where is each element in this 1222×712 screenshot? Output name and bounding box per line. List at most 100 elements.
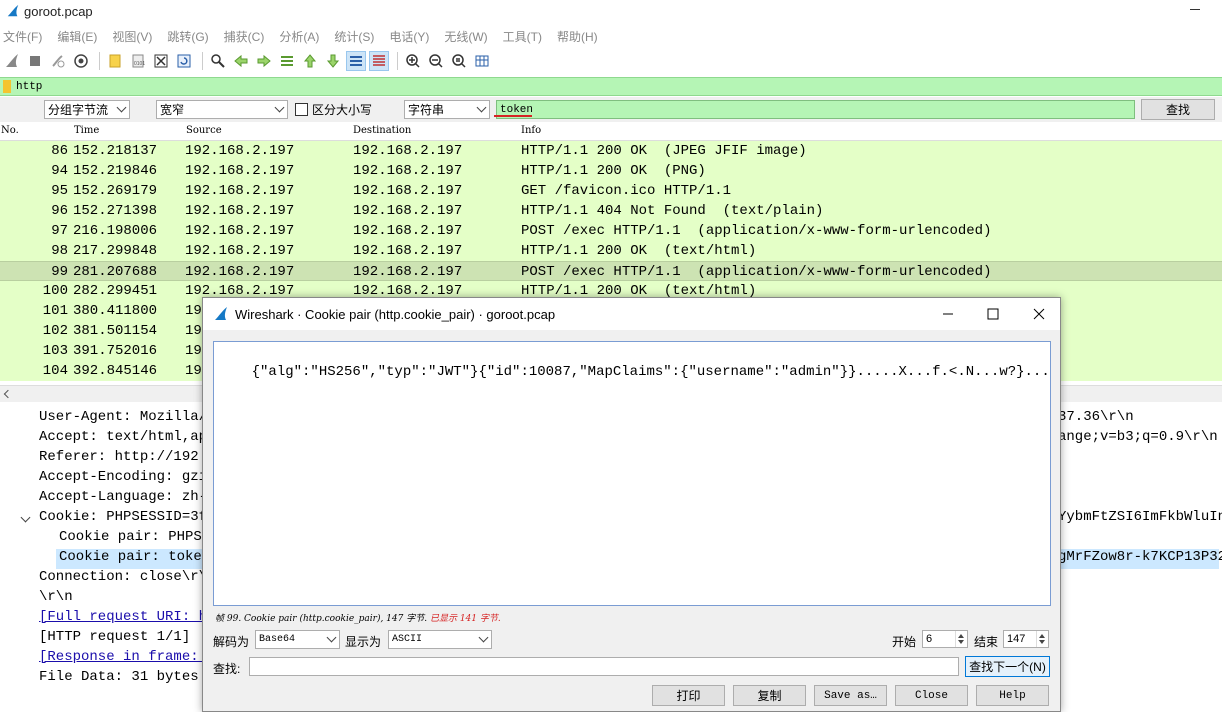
detail-line[interactable]: Accept: text/html,app — [39, 429, 215, 449]
display-filter-input[interactable]: http — [16, 81, 42, 93]
detail-line[interactable]: Accept-Encoding: gzip — [39, 469, 215, 489]
title-bar: goroot.pcap — [0, 0, 1222, 22]
display-filter-bar[interactable]: http — [0, 77, 1222, 96]
packet-source: 192.168.2.197 — [185, 223, 295, 239]
minimize-icon[interactable] — [938, 304, 958, 324]
detail-line[interactable]: Cookie: PHPSESSID=3f8 — [39, 509, 215, 529]
print-button[interactable]: 打印 — [652, 685, 725, 706]
dialog-find-input[interactable] — [249, 657, 959, 676]
case-sensitive-checkbox[interactable] — [295, 103, 308, 116]
menu-item[interactable]: 帮助(H) — [554, 28, 601, 45]
column-header-source[interactable]: Source — [186, 125, 222, 136]
packet-row[interactable]: 99 281.207688 192.168.2.197 192.168.2.197 PO… — [0, 261, 1222, 281]
search-input[interactable]: token — [496, 100, 1135, 119]
spin-down-icon[interactable] — [958, 640, 964, 644]
bookmark-icon[interactable] — [3, 80, 11, 93]
go-forward-icon[interactable] — [254, 51, 274, 71]
packet-time: 152.219846 — [73, 163, 158, 179]
menu-item[interactable]: 无线(W) — [441, 28, 490, 45]
packet-no: 99 — [51, 264, 68, 280]
packet-time: 216.198006 — [73, 223, 158, 239]
packet-row[interactable]: 97 216.198006 192.168.2.197 192.168.2.197 PO… — [0, 221, 1222, 241]
detail-line[interactable]: Connection: close\r\n — [39, 569, 215, 589]
packet-row[interactable]: 96 152.271398 192.168.2.197 192.168.2.197 HT… — [0, 201, 1222, 221]
menu-item[interactable]: 视图(V) — [109, 28, 155, 45]
go-to-packet-icon[interactable] — [277, 51, 297, 71]
detail-line[interactable]: [HTTP request 1/1] — [39, 629, 190, 649]
packet-source: 19 — [185, 323, 202, 339]
show-as-select[interactable]: ASCII — [388, 630, 492, 649]
column-header-no[interactable]: No. — [1, 125, 19, 136]
menu-item[interactable]: 统计(S) — [331, 28, 377, 45]
menu-item[interactable]: 工具(T) — [500, 28, 545, 45]
capture-options-icon[interactable] — [71, 51, 91, 71]
colorize-icon[interactable] — [369, 51, 389, 71]
main-toolbar: 0101 — [0, 49, 1222, 73]
menu-item[interactable]: 电话(Y) — [386, 28, 432, 45]
detail-line[interactable]: Accept-Language: zh-C — [39, 489, 215, 509]
menu-item[interactable]: 编辑(E) — [54, 28, 100, 45]
end-spinbox[interactable]: 147 — [1003, 630, 1049, 648]
go-back-icon[interactable] — [231, 51, 251, 71]
detail-line[interactable]: File Data: 31 bytes — [39, 669, 199, 689]
search-scope-select[interactable]: 分组字节流 — [44, 100, 130, 119]
find-packet-icon[interactable] — [208, 51, 228, 71]
menu-item[interactable]: 分析(A) — [276, 28, 322, 45]
help-button[interactable]: Help — [976, 685, 1049, 706]
detail-line[interactable]: Referer: http://192.1 — [39, 449, 215, 469]
find-button[interactable]: 查找 — [1141, 99, 1215, 120]
column-header-destination[interactable]: Destination — [353, 125, 411, 136]
search-type-select[interactable]: 字符串 — [404, 100, 490, 119]
menu-item[interactable]: 文件(F) — [0, 28, 45, 45]
zoom-reset-icon[interactable] — [449, 51, 469, 71]
close-button[interactable]: Close — [895, 685, 968, 706]
restart-capture-icon[interactable] — [48, 51, 68, 71]
bytes-text-area[interactable]: {"alg":"HS256","typ":"JWT"}{"id":10087,"… — [213, 341, 1051, 606]
packet-row[interactable]: 98 217.299848 192.168.2.197 192.168.2.197 HT… — [0, 241, 1222, 261]
open-file-icon[interactable] — [105, 51, 125, 71]
packet-row[interactable]: 95 152.269179 192.168.2.197 192.168.2.197 GE… — [0, 181, 1222, 201]
stop-capture-icon[interactable] — [25, 51, 45, 71]
detail-line[interactable]: [Full request URI: ht — [39, 609, 215, 629]
wireshark-fin-icon — [7, 4, 19, 17]
detail-line[interactable]: \r\n — [39, 589, 73, 609]
menu-item[interactable]: 捕获(C) — [221, 28, 268, 45]
packet-row[interactable]: 86 152.218137 192.168.2.197 192.168.2.197 HT… — [0, 141, 1222, 161]
packet-time: 392.845146 — [73, 363, 158, 379]
reload-file-icon[interactable] — [174, 51, 194, 71]
minimize-button[interactable] — [1190, 9, 1200, 10]
toolbar-separator — [99, 52, 100, 70]
decode-as-select[interactable]: Base64 — [255, 630, 340, 649]
close-icon[interactable] — [1029, 304, 1049, 324]
auto-scroll-icon[interactable] — [346, 51, 366, 71]
search-charset-select[interactable]: 宽窄 — [156, 100, 288, 119]
close-file-icon[interactable] — [151, 51, 171, 71]
expand-chevron-icon[interactable] — [20, 512, 31, 523]
copy-button[interactable]: 复制 — [733, 685, 806, 706]
scroll-left-icon[interactable] — [3, 389, 13, 399]
resize-columns-icon[interactable] — [472, 51, 492, 71]
maximize-icon[interactable] — [983, 304, 1003, 324]
start-spinbox[interactable]: 6 — [922, 630, 968, 648]
detail-line[interactable]: [Response in frame: 1 — [39, 649, 215, 669]
packet-source: 19 — [185, 303, 202, 319]
detail-line[interactable]: Cookie pair: PHPSE — [59, 529, 210, 549]
start-capture-icon[interactable] — [2, 51, 22, 71]
packet-source: 192.168.2.197 — [185, 264, 295, 280]
go-last-icon[interactable] — [323, 51, 343, 71]
packet-row[interactable]: 94 152.219846 192.168.2.197 192.168.2.197 HT… — [0, 161, 1222, 181]
go-first-icon[interactable] — [300, 51, 320, 71]
spin-up-icon[interactable] — [958, 634, 964, 638]
menu-item[interactable]: 跳转(G) — [164, 28, 211, 45]
detail-line[interactable]: User-Agent: Mozilla/5 — [39, 409, 215, 429]
spin-up-icon[interactable] — [1039, 634, 1045, 638]
column-header-time[interactable]: Time — [74, 125, 99, 136]
dialog-title: Wireshark · Cookie pair (http.cookie_pai… — [235, 306, 556, 322]
save-as-button[interactable]: Save as… — [814, 685, 887, 706]
save-file-icon[interactable]: 0101 — [128, 51, 148, 71]
zoom-out-icon[interactable] — [426, 51, 446, 71]
spin-down-icon[interactable] — [1039, 640, 1045, 644]
zoom-in-icon[interactable] — [403, 51, 423, 71]
column-header-info[interactable]: Info — [521, 125, 541, 136]
find-next-button[interactable]: 查找下一个(N) — [965, 656, 1050, 677]
